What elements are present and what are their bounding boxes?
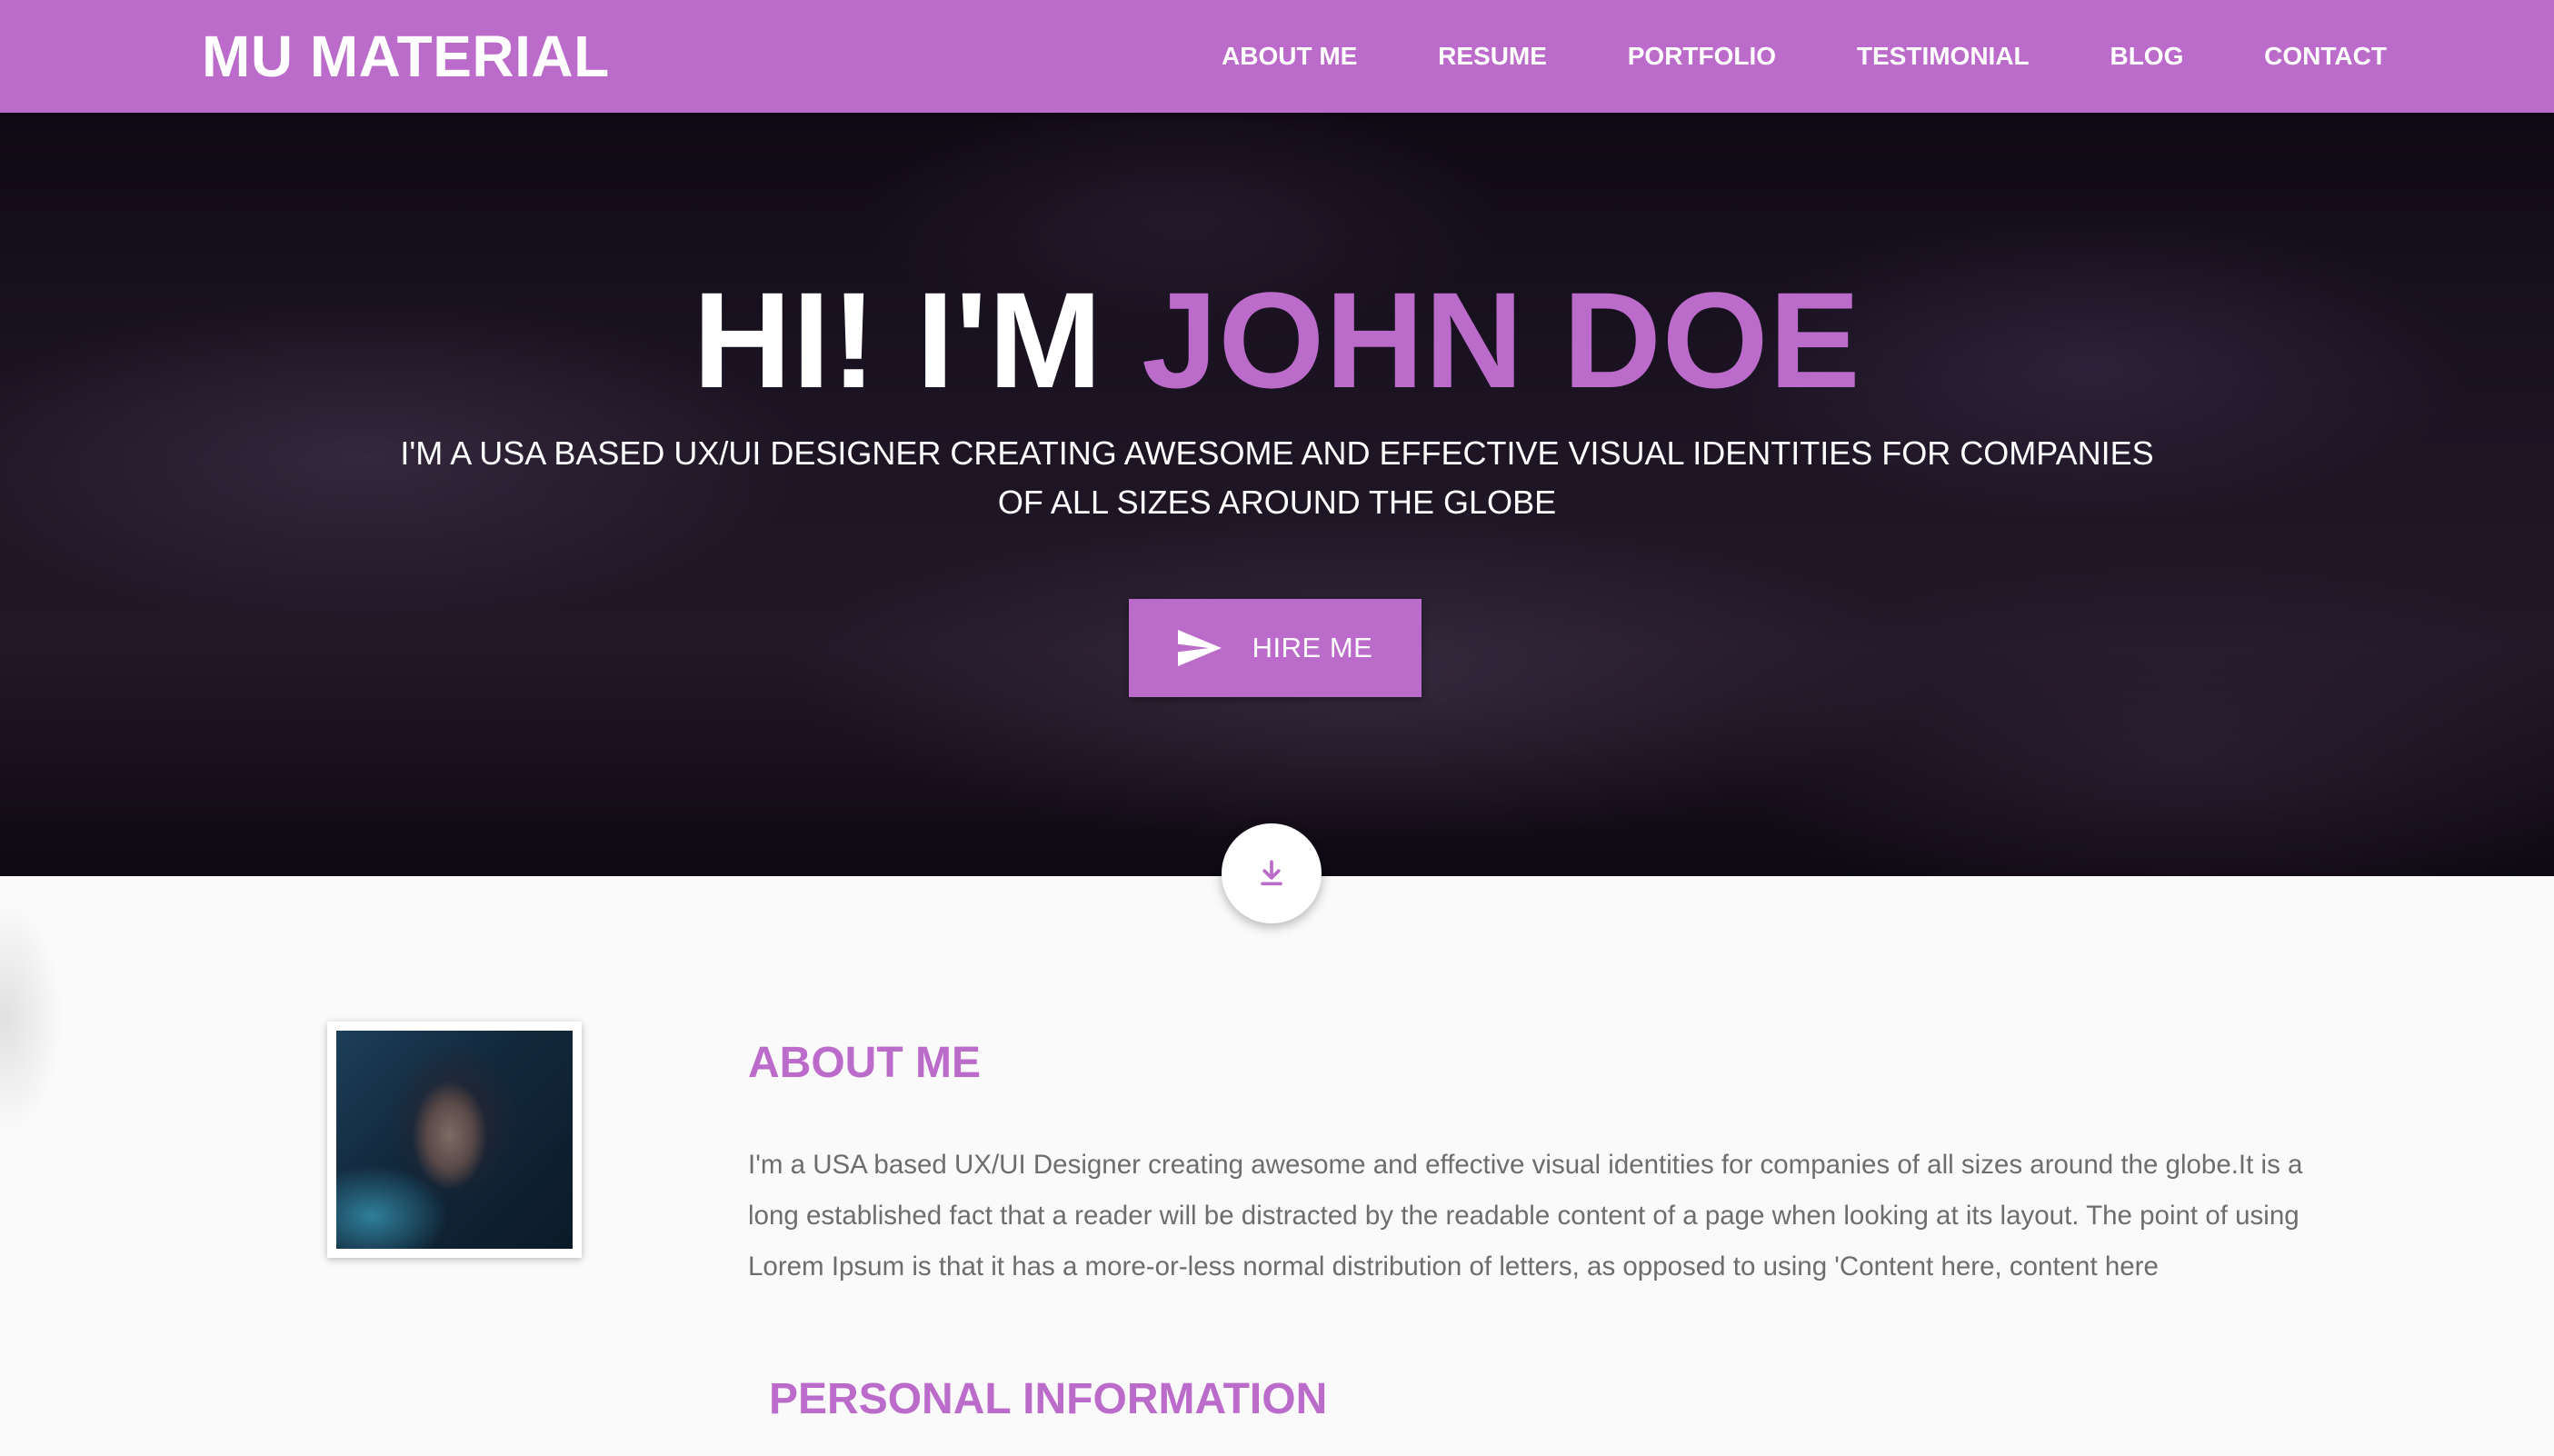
about-me-body: I'm a USA based UX/UI Designer creating … [748, 1150, 2303, 1281]
scroll-down-button[interactable] [1222, 823, 1322, 923]
nav-item-resume[interactable]: RESUME [1434, 35, 1551, 78]
hero-title-name: JOHN DOE [1142, 264, 1861, 416]
hire-me-button[interactable]: HIRE ME [1129, 599, 1422, 697]
top-navbar: MU MATERIAL ABOUT ME RESUME PORTFOLIO TE… [0, 0, 2554, 113]
personal-information-title: PERSONAL INFORMATION [769, 1375, 1328, 1423]
nav-item-about-me[interactable]: ABOUT ME [1218, 35, 1361, 78]
nav-item-portfolio[interactable]: PORTFOLIO [1624, 35, 1780, 78]
edge-shadow [0, 900, 64, 1136]
profile-photo-frame [327, 1022, 582, 1258]
nav-item-contact[interactable]: CONTACT [2260, 35, 2390, 78]
brand-logo[interactable]: MU MATERIAL [202, 20, 610, 93]
about-me-title: ABOUT ME [748, 1039, 981, 1087]
hero-subtitle: I'M A USA BASED UX/UI DESIGNER CREATING … [400, 434, 2154, 521]
main-nav: ABOUT ME RESUME PORTFOLIO TESTIMONIAL BL… [1218, 0, 2390, 113]
download-arrow-icon [1261, 860, 1282, 886]
hero-section: HI! I'M JOHN DOE I'M A USA BASED UX/UI D… [0, 113, 2554, 876]
nav-item-testimonial[interactable]: TESTIMONIAL [1853, 35, 2033, 78]
profile-photo [336, 1031, 573, 1249]
hire-me-label: HIRE ME [1252, 632, 1373, 663]
hero-title: HI! I'M JOHN DOE [0, 267, 2554, 413]
nav-item-blog[interactable]: BLOG [2106, 35, 2187, 78]
hero-title-prefix: HI! I'M [693, 264, 1142, 416]
send-icon [1177, 630, 1222, 666]
